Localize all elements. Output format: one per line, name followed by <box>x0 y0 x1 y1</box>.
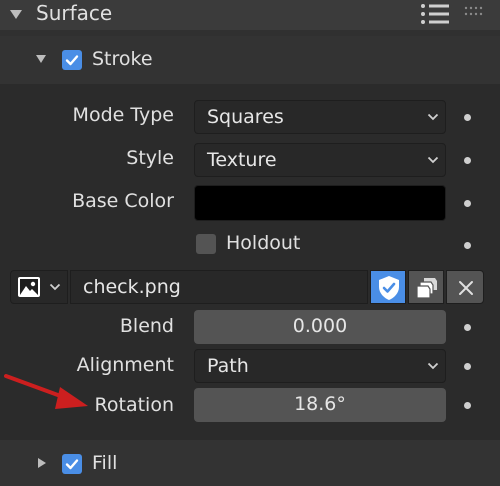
blend-field[interactable]: 0.000 <box>194 310 446 344</box>
list-icon[interactable] <box>420 2 450 26</box>
chevron-down-icon <box>427 362 439 370</box>
blend-keyframe-dot[interactable] <box>464 324 471 331</box>
chevron-down-icon <box>49 283 61 291</box>
holdout-keyframe-dot[interactable] <box>464 242 471 249</box>
checkmark-icon <box>65 459 79 470</box>
image-name-field[interactable]: check.png <box>70 270 368 304</box>
rotation-keyframe-dot[interactable] <box>464 402 471 409</box>
surface-panel-title: Surface <box>36 1 113 25</box>
fill-subpanel-title: Fill <box>92 452 118 474</box>
grip-icon[interactable] <box>464 6 486 18</box>
fake-user-shield-icon <box>379 276 399 300</box>
rotation-field[interactable]: 18.6° <box>194 388 446 422</box>
rotation-label: Rotation <box>94 394 174 416</box>
style-value: Texture <box>207 149 277 171</box>
annotation-arrow-icon <box>4 374 88 409</box>
material-properties-panel: Surface Stroke Mode Type Squares Style T… <box>0 0 500 486</box>
image-icon <box>18 277 40 297</box>
blend-label: Blend <box>119 315 174 337</box>
alignment-keyframe-dot[interactable] <box>464 363 471 370</box>
base-color-keyframe-dot[interactable] <box>464 200 471 207</box>
checkmark-icon <box>65 55 79 66</box>
base-color-swatch[interactable] <box>194 185 446 221</box>
image-browse-button[interactable] <box>10 270 68 304</box>
fill-subpanel-header[interactable]: Fill <box>0 440 500 486</box>
close-icon <box>459 281 473 295</box>
base-color-label: Base Color <box>72 190 174 212</box>
blend-value: 0.000 <box>292 315 348 337</box>
fake-user-button[interactable] <box>370 270 406 304</box>
alignment-value: Path <box>207 355 249 377</box>
duplicate-image-button[interactable] <box>408 270 444 304</box>
style-label: Style <box>126 147 174 169</box>
mode-type-value: Squares <box>207 106 284 128</box>
holdout-label: Holdout <box>226 232 301 254</box>
collapse-triangle-icon[interactable] <box>10 10 22 19</box>
holdout-checkbox[interactable] <box>196 234 216 254</box>
unlink-image-button[interactable] <box>446 270 484 304</box>
stroke-subpanel-header[interactable]: Stroke <box>0 36 500 84</box>
image-name-value: check.png <box>83 276 181 298</box>
chevron-down-icon <box>427 113 439 121</box>
rotation-value: 18.6° <box>294 393 346 415</box>
style-dropdown[interactable]: Texture <box>194 143 446 177</box>
duplicate-icon <box>416 278 437 299</box>
stroke-enabled-checkbox[interactable] <box>62 50 82 70</box>
style-keyframe-dot[interactable] <box>464 157 471 164</box>
mode-type-dropdown[interactable]: Squares <box>194 100 446 134</box>
collapse-triangle-icon[interactable] <box>36 55 46 63</box>
expand-triangle-icon[interactable] <box>38 458 46 468</box>
fill-enabled-checkbox[interactable] <box>62 454 82 474</box>
stroke-settings: Mode Type Squares Style Texture Base Col… <box>0 84 500 440</box>
surface-panel-header[interactable]: Surface <box>0 0 500 30</box>
mode-type-label: Mode Type <box>72 104 174 126</box>
chevron-down-icon <box>427 156 439 164</box>
alignment-dropdown[interactable]: Path <box>194 349 446 383</box>
mode-type-keyframe-dot[interactable] <box>464 114 471 121</box>
stroke-subpanel-title: Stroke <box>92 48 153 70</box>
